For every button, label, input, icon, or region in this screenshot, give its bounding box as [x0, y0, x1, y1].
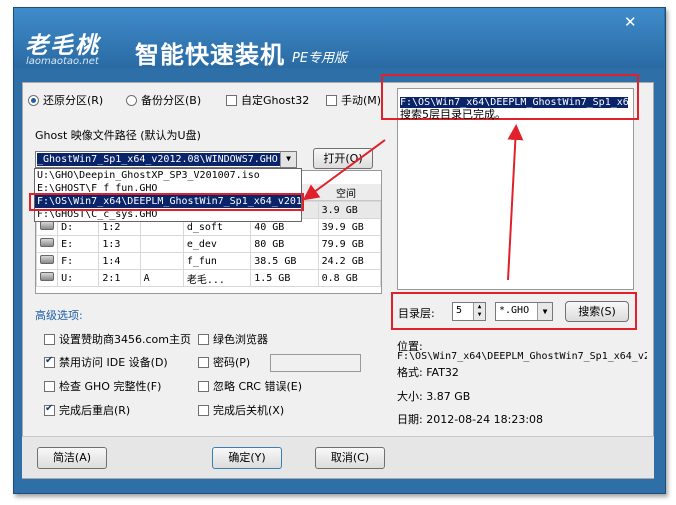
arrow-to-result	[507, 124, 524, 281]
annotation-arrows	[302, 124, 524, 281]
arrow-to-dropdown	[302, 139, 386, 201]
